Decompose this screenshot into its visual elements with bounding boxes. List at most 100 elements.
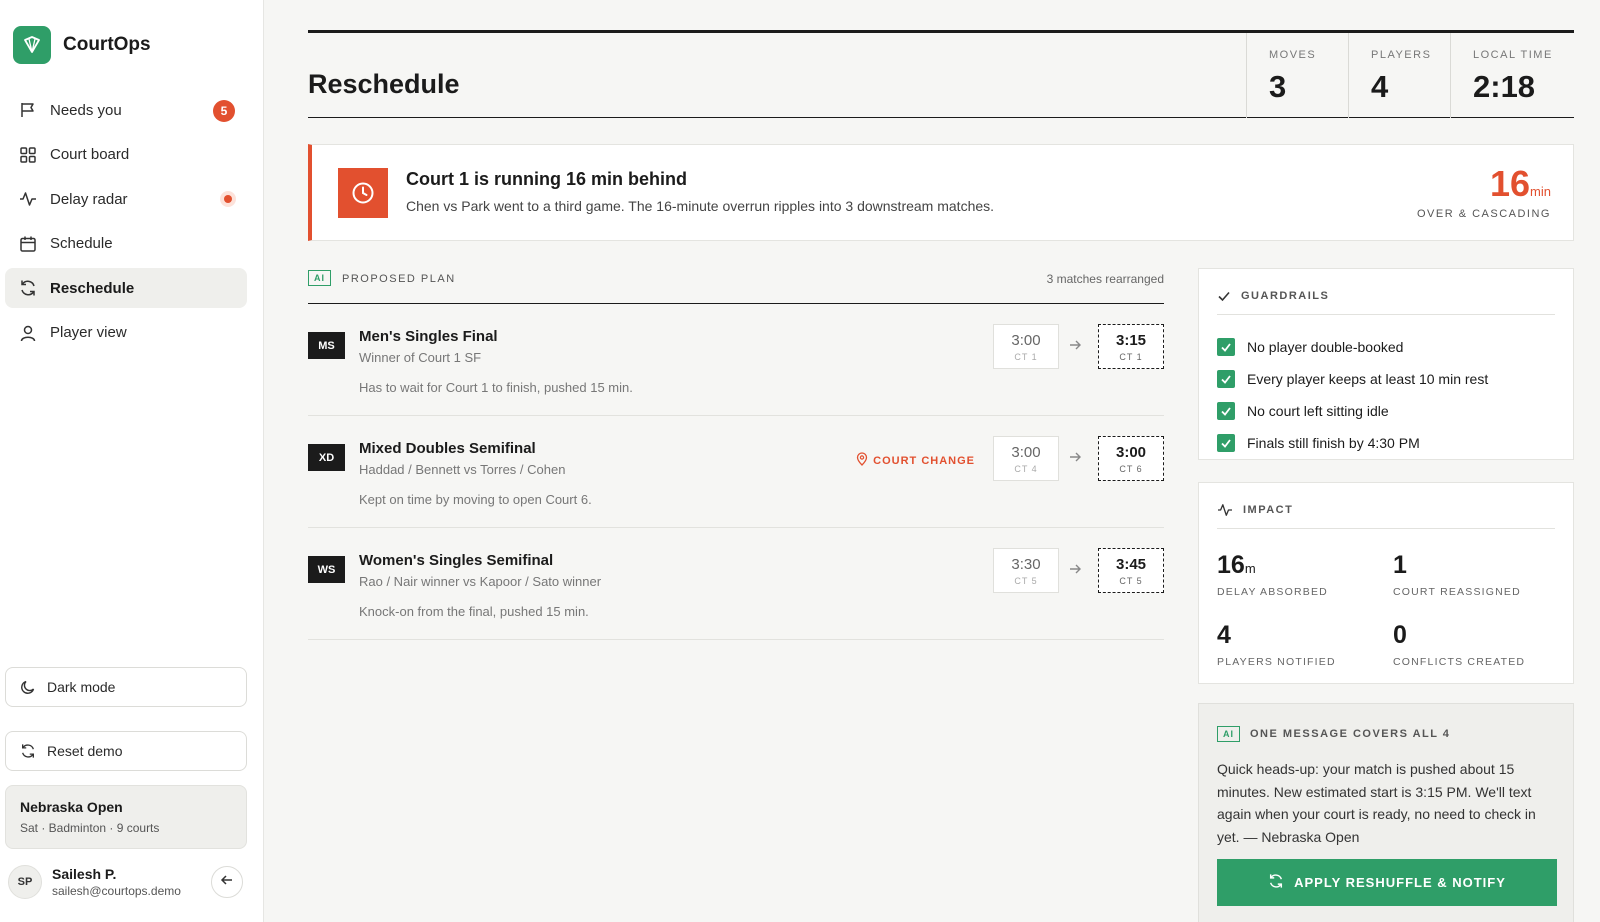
header-stats: MOVES 3 PLAYERS 4 LOCAL TIME 2:18 (1246, 33, 1574, 118)
tournament-name: Nebraska Open (20, 799, 123, 815)
collapse-sidebar-button[interactable] (211, 866, 243, 898)
plan-count: 3 matches rearranged (1046, 272, 1164, 286)
checkbox-checked-icon (1217, 402, 1235, 420)
user-profile: SP Sailesh P. sailesh@courtops.demo (8, 862, 248, 902)
match-note: Has to wait for Court 1 to finish, pushe… (359, 380, 633, 395)
match-players: Rao / Nair winner vs Kapoor / Sato winne… (359, 574, 602, 589)
sidebar-item-court-board[interactable]: Court board (5, 135, 247, 175)
impact-label: IMPACT (1243, 504, 1294, 516)
sidebar-item-schedule[interactable]: Schedule (5, 224, 247, 264)
old-court: CT 1 (1014, 352, 1038, 362)
new-time-slot[interactable]: 3:45 CT 5 (1098, 548, 1164, 593)
guardrail-text: No court left sitting idle (1247, 403, 1389, 419)
stat-label: PLAYERS (1371, 49, 1432, 61)
arrow-right-icon (1068, 450, 1082, 469)
plan-label: PROPOSED PLAN (342, 273, 456, 285)
match-row[interactable]: XD Mixed Doubles Semifinal Haddad / Benn… (308, 416, 1164, 528)
new-time-slot[interactable]: 3:00 CT 6 (1098, 436, 1164, 481)
new-time: 3:45 (1115, 556, 1147, 573)
stat-local-time: LOCAL TIME 2:18 (1450, 33, 1574, 118)
impact-conflicts-created: 0 CONFLICTS CREATED (1393, 621, 1525, 668)
sidebar-item-delay-radar[interactable]: Delay radar (5, 179, 247, 219)
match-row[interactable]: WS Women's Singles Semifinal Rao / Nair … (308, 528, 1164, 640)
main-content: Reschedule MOVES 3 PLAYERS 4 LOCAL TIME … (308, 30, 1574, 922)
sidebar-item-label: Delay radar (50, 190, 128, 208)
sidebar-item-label: Player view (50, 324, 127, 341)
message-card: AI ONE MESSAGE COVERS ALL 4 Quick heads-… (1198, 703, 1574, 922)
page-title: Reschedule (308, 69, 460, 99)
old-time: 3:30 (1011, 556, 1041, 573)
moon-icon (19, 678, 37, 696)
message-body: Quick heads-up: your match is pushed abo… (1217, 761, 1536, 845)
stat-players: PLAYERS 4 (1348, 33, 1450, 118)
old-time-slot: 3:00 CT 1 (993, 324, 1059, 369)
new-time: 3:00 (1115, 444, 1147, 461)
sidebar-item-needs-you[interactable]: Needs you 5 (5, 90, 247, 130)
guardrails-label: GUARDRAILS (1241, 290, 1330, 302)
old-time: 3:00 (1011, 332, 1041, 349)
ai-chip: AI (308, 270, 331, 286)
reset-demo-button[interactable]: Reset demo (5, 731, 247, 771)
sidebar-item-label: Needs you (50, 101, 122, 119)
checkbox-checked-icon (1217, 338, 1235, 356)
sidebar-item-reschedule[interactable]: Reschedule (5, 268, 247, 308)
old-time-slot: 3:30 CT 5 (993, 548, 1059, 593)
tournament-card[interactable]: Nebraska Open Sat · Badminton · 9 courts (5, 785, 247, 849)
match-row[interactable]: MS Men's Singles Final Winner of Court 1… (308, 304, 1164, 416)
flag-icon (18, 100, 38, 120)
sidebar-item-label: Reschedule (50, 279, 135, 297)
guardrails-list: No player double-booked Every player kee… (1217, 331, 1488, 459)
arrow-left-icon (220, 873, 234, 892)
refresh-icon (19, 742, 37, 760)
clock-icon (338, 168, 388, 218)
court-change-label: COURT CHANGE (873, 454, 975, 467)
match-title: Mixed Doubles Semifinal (359, 440, 536, 457)
ai-chip: AI (1217, 726, 1240, 742)
stat-label: LOCAL TIME (1473, 49, 1553, 61)
event-tag: MS (308, 332, 345, 359)
user-icon (18, 323, 38, 343)
delay-unit: min (1530, 184, 1551, 199)
guardrail-text: Finals still finish by 4:30 PM (1247, 435, 1420, 451)
delay-alert: Court 1 is running 16 min behind Chen vs… (308, 144, 1574, 241)
message-header: AI ONE MESSAGE COVERS ALL 4 (1217, 726, 1450, 742)
guardrails-card: GUARDRAILS No player double-booked Every… (1198, 268, 1574, 460)
new-time-slot[interactable]: 3:15 CT 1 (1098, 324, 1164, 369)
apply-reshuffle-button[interactable]: APPLY RESHUFFLE & NOTIFY (1217, 859, 1557, 906)
plan-header: AI PROPOSED PLAN 3 matches rearranged (308, 270, 1164, 304)
sidebar-item-player-view[interactable]: Player view (5, 313, 247, 353)
guardrail-item: No court left sitting idle (1217, 395, 1488, 427)
checkbox-checked-icon (1217, 370, 1235, 388)
avatar[interactable]: SP (8, 865, 42, 899)
event-tag: XD (308, 444, 345, 471)
arrow-right-icon (1068, 338, 1082, 357)
proposed-plan: AI PROPOSED PLAN 3 matches rearranged MS… (308, 270, 1164, 640)
check-icon (1217, 289, 1231, 308)
tournament-meta: Sat · Badminton · 9 courts (20, 821, 160, 835)
match-players: Haddad / Bennett vs Torres / Cohen (359, 462, 566, 477)
checkbox-checked-icon (1217, 434, 1235, 452)
impact-label-text: DELAY ABSORBED (1217, 586, 1328, 598)
sidebar-item-label: Court board (50, 146, 130, 163)
impact-players-notified: 4 PLAYERS NOTIFIED (1217, 621, 1336, 668)
reset-demo-label: Reset demo (47, 743, 123, 759)
dark-mode-button[interactable]: Dark mode (5, 667, 247, 707)
guardrail-item: Every player keeps at least 10 min rest (1217, 363, 1488, 395)
refresh-icon (18, 278, 38, 298)
activity-icon (18, 189, 38, 209)
stat-value: 4 (1371, 69, 1389, 104)
brand[interactable]: CourtOps (13, 26, 151, 64)
new-court: CT 6 (1119, 464, 1143, 474)
alert-subtext: OVER & CASCADING (1416, 208, 1551, 220)
sidebar-item-label: Schedule (50, 235, 113, 252)
delay-minutes: 16min (1490, 163, 1551, 205)
match-title: Women's Singles Semifinal (359, 552, 554, 569)
impact-value: 0 (1393, 621, 1407, 649)
impact-delay-absorbed: 16m DELAY ABSORBED (1217, 551, 1328, 598)
count-badge: 5 (213, 100, 235, 122)
page-header: Reschedule MOVES 3 PLAYERS 4 LOCAL TIME … (308, 30, 1574, 118)
sidebar: CourtOps Needs you 5 Court board Delay r… (0, 0, 264, 922)
guardrail-item: No player double-booked (1217, 331, 1488, 363)
activity-icon (1217, 503, 1233, 522)
delay-value: 16 (1490, 163, 1531, 204)
